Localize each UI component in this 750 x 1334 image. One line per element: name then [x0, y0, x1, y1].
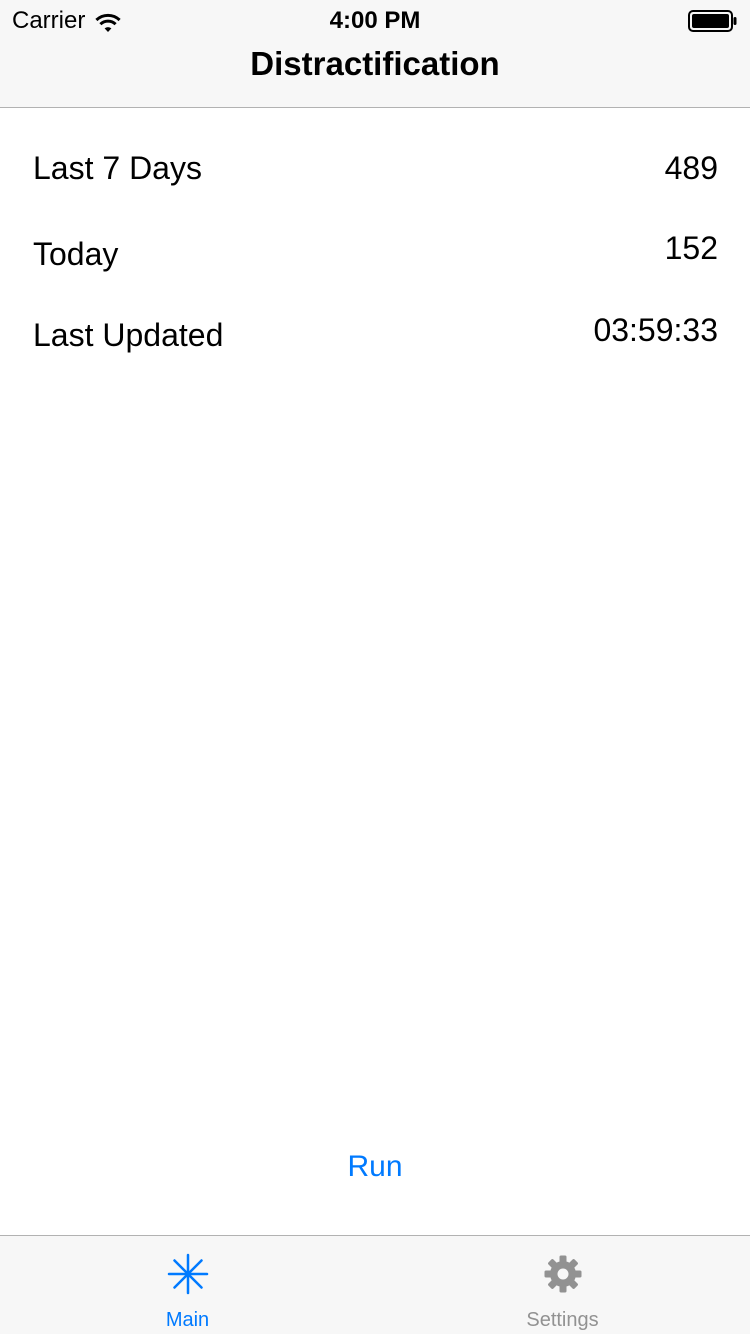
stat-row-last-updated: Last Updated 03:59:33	[33, 312, 718, 362]
tab-settings[interactable]: Settings	[375, 1236, 750, 1334]
app-screen: Carrier 4:00 PM Distractification Last 7…	[0, 0, 750, 1334]
run-button[interactable]: Run	[300, 1145, 450, 1189]
asterisk-icon	[167, 1253, 209, 1295]
stat-label: Last Updated	[33, 317, 224, 353]
status-time: 4:00 PM	[329, 7, 421, 34]
tab-label: Settings	[526, 1309, 599, 1331]
stat-row-last-7-days: Last 7 Days 489	[33, 148, 718, 198]
stat-value: 03:59:33	[593, 312, 718, 348]
gear-icon	[542, 1253, 584, 1295]
stat-label: Last 7 Days	[33, 150, 202, 186]
stat-value: 489	[664, 150, 718, 186]
tab-main[interactable]: Main	[0, 1236, 375, 1334]
battery-icon	[688, 10, 738, 32]
stat-label: Today	[33, 236, 119, 272]
tab-bar: Main Settings	[0, 1235, 750, 1334]
stat-row-today: Today 152	[33, 230, 718, 282]
tab-label: Main	[165, 1309, 210, 1331]
top-bar: Carrier 4:00 PM Distractification	[0, 0, 750, 108]
stat-value: 152	[664, 230, 718, 266]
page-title: Distractification	[250, 45, 500, 82]
